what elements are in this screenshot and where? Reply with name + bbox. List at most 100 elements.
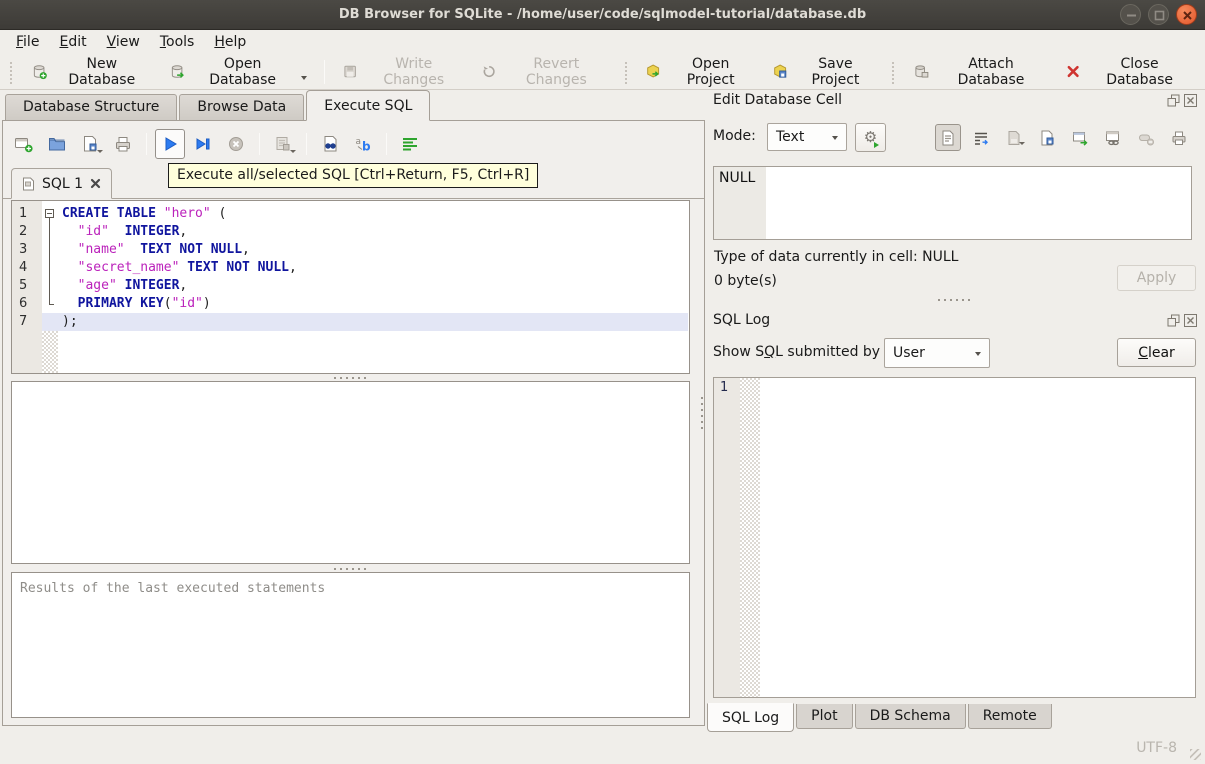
maximize-button[interactable] [1148, 4, 1169, 25]
save-results-dropdown-icon[interactable] [290, 150, 296, 156]
float-dock-icon[interactable] [1167, 94, 1180, 107]
menu-file[interactable]: File [6, 32, 49, 52]
format-sql-button[interactable]: a b [348, 129, 378, 159]
close-tab-icon[interactable] [90, 178, 101, 189]
open-external-button[interactable] [1067, 124, 1093, 151]
sql-file-icon [23, 177, 34, 190]
svg-text:b: b [362, 140, 371, 154]
close-dock-icon[interactable] [1184, 94, 1197, 107]
save-project-button[interactable]: Save Project [763, 52, 886, 92]
menubar: File Edit View Tools Help [0, 30, 1205, 54]
results-splitter[interactable] [11, 565, 690, 572]
write-changes-button[interactable]: Write Changes [333, 52, 471, 92]
menu-edit[interactable]: Edit [49, 32, 96, 52]
chevron-down-icon [975, 352, 981, 359]
set-null-button[interactable] [1133, 124, 1159, 151]
cell-value-editor[interactable]: NULL [713, 166, 1192, 240]
sql-tab[interactable]: SQL 1 [11, 168, 113, 199]
save-results-button[interactable] [268, 129, 298, 159]
line-number: 5 [19, 278, 28, 293]
cell-size-text: 0 byte(s) [714, 273, 777, 289]
toolbar-drag-handle[interactable] [624, 59, 631, 84]
revert-changes-button[interactable]: Revert Changes [472, 52, 619, 92]
export-cell-button[interactable] [1034, 124, 1060, 151]
sql-log-area[interactable]: 1 [713, 377, 1196, 698]
print-cell-button[interactable] [1166, 124, 1192, 151]
code-line: ); [62, 314, 78, 329]
new-sql-tab-button[interactable] [9, 129, 39, 159]
tab-sql-log[interactable]: SQL Log [707, 703, 795, 732]
open-project-button[interactable]: Open Project [636, 52, 762, 92]
execute-all-button[interactable] [155, 129, 185, 159]
tab-db-schema[interactable]: DB Schema [854, 704, 966, 729]
tab-plot[interactable]: Plot [796, 704, 853, 729]
word-wrap-cell-button[interactable] [968, 124, 994, 151]
attach-database-button[interactable]: Attach Database [904, 52, 1056, 92]
format-sql-icon: a b [356, 137, 372, 154]
menu-tools[interactable]: Tools [150, 32, 205, 52]
line-number: 6 [19, 296, 28, 311]
result-table-panel [11, 381, 690, 564]
stop-execution-button[interactable] [221, 129, 251, 159]
print-sql-button[interactable] [108, 129, 138, 159]
save-sql-file-button[interactable] [75, 129, 105, 159]
close-database-button[interactable]: Close Database [1056, 52, 1201, 92]
import-dropdown-icon[interactable] [1019, 142, 1025, 148]
line-number: 4 [19, 260, 28, 275]
import-cell-button[interactable] [1001, 124, 1027, 151]
sql-log-title: SQL Log [713, 312, 771, 328]
sql-editor[interactable]: 1 2 3 4 5 6 7 CREATE TABLE "hero" ( "id" INTEG… [11, 200, 690, 374]
log-filter-value: User [893, 345, 925, 361]
execute-tooltip: Execute all/selected SQL [Ctrl+Return, F… [168, 163, 539, 188]
editor-splitter[interactable] [11, 374, 690, 381]
fold-collapse-icon[interactable] [45, 209, 54, 218]
main-tab-bar: Database Structure Browse Data Execute S… [2, 90, 705, 121]
window-title: DB Browser for SQLite - /home/user/code/… [338, 7, 867, 22]
new-database-icon [33, 65, 47, 80]
open-sql-file-button[interactable] [42, 129, 72, 159]
fold-margin[interactable] [42, 201, 58, 373]
copy-link-button[interactable] [1100, 124, 1126, 151]
log-filter-select[interactable]: User [884, 338, 990, 368]
save-as-icon [1041, 130, 1054, 145]
panel-splitter[interactable] [701, 395, 703, 429]
main-toolbar: New Database Open Database Write Changes… [0, 54, 1205, 90]
resize-grip[interactable] [1190, 749, 1201, 760]
tab-browse-data[interactable]: Browse Data [179, 94, 305, 120]
execute-line-button[interactable] [188, 129, 218, 159]
auto-format-button[interactable]: ⚙ [855, 123, 886, 152]
clear-log-button[interactable]: Clear [1117, 338, 1196, 367]
code-area[interactable]: CREATE TABLE "hero" ( "id" INTEGER, "nam… [58, 205, 689, 331]
line-number: 7 [19, 314, 28, 329]
open-database-dropdown-icon[interactable] [301, 76, 308, 83]
open-file-icon [49, 138, 65, 151]
new-database-button[interactable]: New Database [22, 52, 160, 92]
text-mode-button[interactable] [935, 124, 961, 151]
mode-label: Mode: [713, 128, 756, 144]
line-number: 1 [19, 206, 28, 221]
open-database-button[interactable]: Open Database [160, 52, 317, 92]
print-icon [1172, 131, 1186, 145]
tab-database-structure[interactable]: Database Structure [5, 94, 178, 120]
menu-view[interactable]: View [97, 32, 150, 52]
close-dock-icon[interactable] [1184, 314, 1197, 327]
float-dock-icon[interactable] [1167, 314, 1180, 327]
minimize-button[interactable] [1120, 4, 1141, 25]
tab-remote[interactable]: Remote [967, 704, 1052, 729]
word-wrap-icon [403, 138, 417, 151]
cell-value: NULL [719, 170, 756, 186]
toolbar-drag-handle[interactable] [10, 59, 16, 84]
edit-cell-title: Edit Database Cell [713, 92, 842, 108]
mode-select[interactable]: Text [767, 123, 847, 151]
dock-splitter[interactable] [705, 296, 1205, 303]
tab-execute-sql[interactable]: Execute SQL [306, 90, 431, 121]
word-wrap-button[interactable] [395, 129, 425, 159]
menu-help[interactable]: Help [204, 32, 256, 52]
toolbar-drag-handle[interactable] [891, 59, 898, 84]
apply-button[interactable]: Apply [1117, 265, 1196, 291]
save-dropdown-icon[interactable] [97, 150, 103, 156]
open-external-icon [1073, 131, 1088, 146]
find-button[interactable] [315, 129, 345, 159]
revert-changes-icon [483, 65, 495, 78]
close-button[interactable] [1176, 4, 1197, 25]
